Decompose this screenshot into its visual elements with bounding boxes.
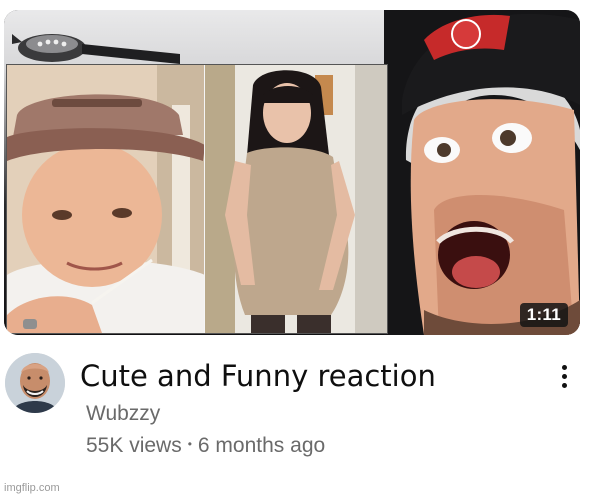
video-title[interactable]: Cute and Funny reaction	[80, 356, 520, 396]
channel-name[interactable]: Wubzzy	[86, 400, 160, 428]
duration-badge: 1:11	[519, 303, 568, 327]
video-card[interactable]: 1:11 Cute and Funny reaction Wubzzy 55K …	[0, 0, 599, 499]
menu-dot	[561, 374, 567, 379]
video-meta: 55K views • 6 months ago	[86, 432, 325, 460]
channel-avatar[interactable]	[5, 353, 65, 413]
view-count: 55K views	[86, 434, 182, 457]
menu-dot	[561, 383, 567, 388]
avatar-image	[5, 353, 65, 413]
imgflip-watermark: imgflip.com	[4, 482, 60, 494]
upload-age: 6 months ago	[197, 434, 326, 457]
video-thumbnail[interactable]: 1:11	[4, 10, 580, 335]
meta-separator: •	[187, 437, 192, 452]
inset-video-frame	[6, 64, 388, 334]
left-panel	[7, 65, 205, 333]
boy-with-hat-image	[7, 65, 205, 333]
more-vert-icon[interactable]	[552, 362, 576, 392]
reactor-image	[384, 10, 580, 335]
right-panel	[205, 65, 387, 333]
girl-in-dress-image	[205, 65, 387, 333]
menu-dot	[561, 365, 567, 370]
